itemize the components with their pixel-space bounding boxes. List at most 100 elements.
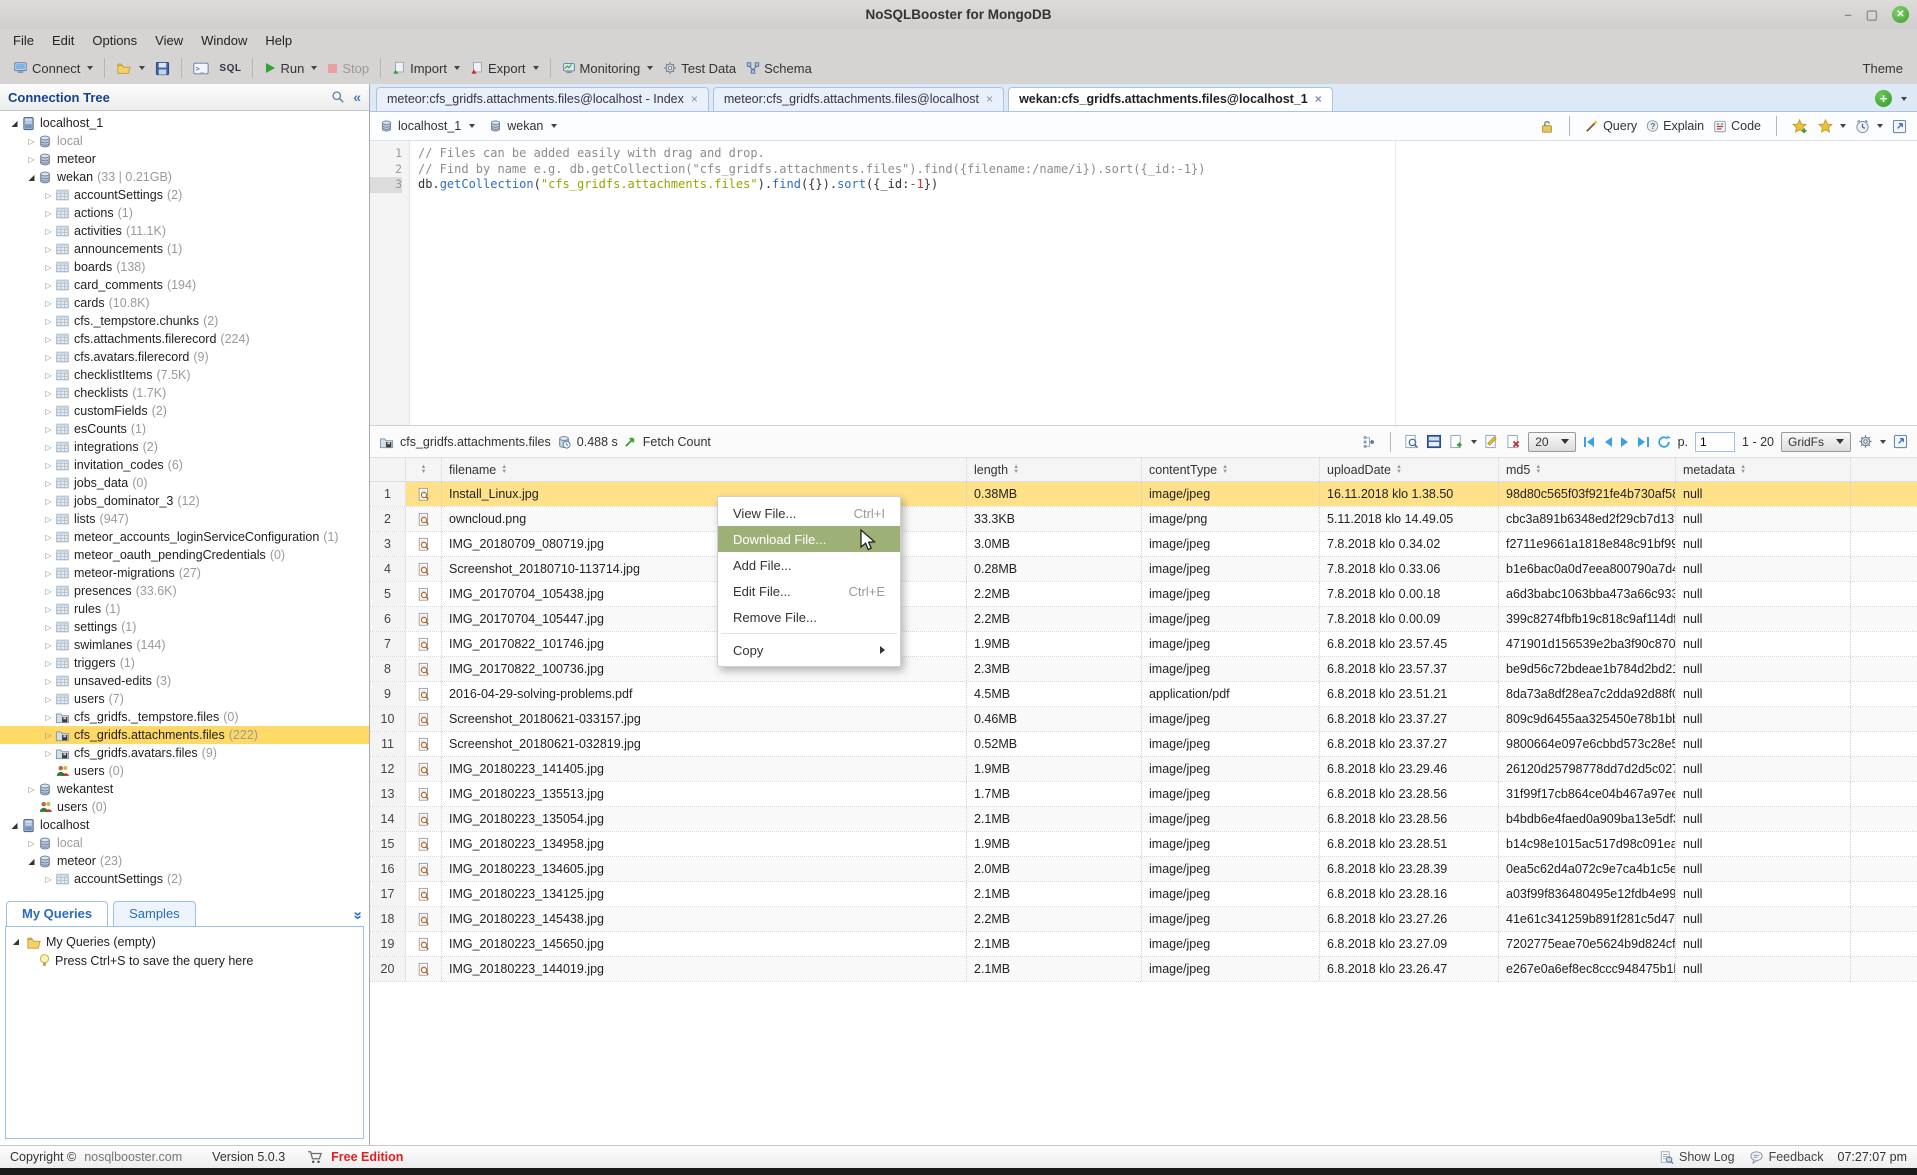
first-page-icon[interactable] xyxy=(1583,436,1596,448)
tree-item-presences[interactable]: ▷presences(33.6K) xyxy=(0,582,369,600)
context-menu-item-view-file[interactable]: View File...Ctrl+I xyxy=(718,500,900,526)
collapsed-arrow-icon[interactable]: ▷ xyxy=(42,623,55,632)
context-menu-item-remove-file[interactable]: Remove File... xyxy=(718,604,900,630)
table-row[interactable]: 19IMG_20180223_145650.jpg2.1MBimage/jpeg… xyxy=(370,932,1917,957)
database-selector[interactable]: localhost_1 xyxy=(380,119,475,133)
query-editor[interactable]: 123 // Files can be added easily with dr… xyxy=(370,141,1917,425)
document-preview-icon[interactable] xyxy=(406,507,442,531)
tree-item-meteor-migrations[interactable]: ▷meteor-migrations(27) xyxy=(0,564,369,582)
header-contenttype[interactable]: contentType▲▼ xyxy=(1142,458,1320,481)
tree-item-rules[interactable]: ▷rules(1) xyxy=(0,600,369,618)
menu-help[interactable]: Help xyxy=(256,30,301,51)
tree-item-jobs-data[interactable]: ▷jobs_data(0) xyxy=(0,474,369,492)
header-length[interactable]: length▲▼ xyxy=(967,458,1142,481)
last-page-icon[interactable] xyxy=(1637,436,1650,448)
expand-results-icon[interactable] xyxy=(1893,434,1908,449)
tree-item-users[interactable]: ▷users(7) xyxy=(0,690,369,708)
tree-item-triggers[interactable]: ▷triggers(1) xyxy=(0,654,369,672)
collapsed-arrow-icon[interactable]: ▷ xyxy=(42,695,55,704)
table-row[interactable]: 11Screenshot_20180621-032819.jpg0.52MBim… xyxy=(370,732,1917,757)
collapsed-arrow-icon[interactable]: ▷ xyxy=(42,335,55,344)
context-menu-item-edit-file[interactable]: Edit File...Ctrl+E xyxy=(718,578,900,604)
maximize-button[interactable]: ▢ xyxy=(1866,7,1878,23)
close-tab-icon[interactable]: × xyxy=(986,92,993,106)
document-preview-icon[interactable] xyxy=(406,532,442,556)
tree-item-activities[interactable]: ▷activities(11.1K) xyxy=(0,222,369,240)
explain-button[interactable]: ? Explain xyxy=(1646,119,1704,133)
tree-item-cfs-avatars-filerecord[interactable]: ▷cfs.avatars.filerecord(9) xyxy=(0,348,369,366)
tree-item-meteor-oauth-pendingcredentials[interactable]: ▷meteor_oauth_pendingCredentials(0) xyxy=(0,546,369,564)
collapsed-arrow-icon[interactable]: ▷ xyxy=(42,551,55,560)
menu-options[interactable]: Options xyxy=(83,30,146,51)
save-button[interactable] xyxy=(150,58,175,79)
tree-item-boards[interactable]: ▷boards(138) xyxy=(0,258,369,276)
header-md5[interactable]: md5▲▼ xyxy=(1499,458,1676,481)
tree-item-wekantest[interactable]: ▷wekantest xyxy=(0,780,369,798)
close-tab-icon[interactable]: × xyxy=(1315,92,1322,106)
tree-item-cfs-tempstore-chunks[interactable]: ▷cfs._tempstore.chunks(2) xyxy=(0,312,369,330)
view-document-icon[interactable] xyxy=(1404,434,1419,449)
document-preview-icon[interactable] xyxy=(406,807,442,831)
menu-window[interactable]: Window xyxy=(192,30,256,51)
theme-button[interactable]: Theme xyxy=(1863,61,1909,76)
tree-item-checklists[interactable]: ▷checklists(1.7K) xyxy=(0,384,369,402)
table-row[interactable]: 1Install_Linux.jpg0.38MBimage/jpeg16.11.… xyxy=(370,482,1917,507)
document-preview-icon[interactable] xyxy=(406,632,442,656)
collapsed-arrow-icon[interactable]: ▷ xyxy=(42,875,55,884)
document-preview-icon[interactable] xyxy=(406,707,442,731)
previous-page-icon[interactable] xyxy=(1603,436,1613,448)
collapsed-arrow-icon[interactable]: ▷ xyxy=(42,227,55,236)
next-page-icon[interactable] xyxy=(1620,436,1630,448)
settings-button[interactable] xyxy=(1858,434,1886,449)
tree-item-accountsettings[interactable]: ▷accountSettings(2) xyxy=(0,186,369,204)
editor-tab-meteor-cfs-gridfs-attachments-files-localhost[interactable]: meteor:cfs_gridfs.attachments.files@loca… xyxy=(713,87,1004,111)
collapsed-arrow-icon[interactable]: ▷ xyxy=(42,641,55,650)
collapsed-arrow-icon[interactable]: ▷ xyxy=(25,785,38,794)
new-tab-button[interactable]: + xyxy=(1875,90,1892,107)
collapsed-arrow-icon[interactable]: ▷ xyxy=(42,659,55,668)
tree-item-users[interactable]: users(0) xyxy=(0,798,369,816)
header-icon-column[interactable]: ▲▼ xyxy=(406,458,442,481)
run-button[interactable]: Run xyxy=(259,58,322,79)
tree-item-actions[interactable]: ▷actions(1) xyxy=(0,204,369,222)
collapsed-arrow-icon[interactable]: ▷ xyxy=(42,281,55,290)
page-size-select[interactable]: 20 xyxy=(1528,432,1575,452)
collection-selector[interactable]: wekan xyxy=(489,119,557,133)
collapsed-arrow-icon[interactable]: ▷ xyxy=(42,515,55,524)
tree-item-localhost-1[interactable]: ◢localhost_1 xyxy=(0,114,369,132)
tree-item-meteor[interactable]: ▷meteor xyxy=(0,150,369,168)
collapse-sidebar-icon[interactable]: « xyxy=(353,89,361,105)
editor-tab-wekan-cfs-gridfs-attachments-files-localhost-1[interactable]: wekan:cfs_gridfs.attachments.files@local… xyxy=(1008,87,1333,111)
document-preview-icon[interactable] xyxy=(406,857,442,881)
collapsed-arrow-icon[interactable]: ▷ xyxy=(42,461,55,470)
history-button[interactable] xyxy=(1855,119,1883,134)
table-row[interactable]: 20IMG_20180223_144019.jpg2.1MBimage/jpeg… xyxy=(370,957,1917,982)
refresh-icon[interactable] xyxy=(1657,435,1671,449)
document-preview-icon[interactable] xyxy=(406,882,442,906)
collapsed-arrow-icon[interactable]: ▷ xyxy=(42,677,55,686)
header-uploaddate[interactable]: uploadDate▲▼ xyxy=(1320,458,1499,481)
context-menu-item-add-file[interactable]: Add File... xyxy=(718,552,900,578)
collapsed-arrow-icon[interactable]: ▷ xyxy=(42,245,55,254)
collapsed-arrow-icon[interactable]: ▷ xyxy=(42,209,55,218)
collapsed-arrow-icon[interactable]: ▷ xyxy=(42,749,55,758)
tree-item-announcements[interactable]: ▷announcements(1) xyxy=(0,240,369,258)
table-row[interactable]: 18IMG_20180223_145438.jpg2.2MBimage/jpeg… xyxy=(370,907,1917,932)
close-tab-icon[interactable]: × xyxy=(691,92,698,106)
monitoring-button[interactable]: Monitoring xyxy=(557,58,659,79)
tree-item-accountsettings[interactable]: ▷accountSettings(2) xyxy=(0,870,369,888)
expanded-arrow-icon[interactable]: ◢ xyxy=(8,119,21,128)
view-table-icon[interactable] xyxy=(1426,434,1442,449)
tree-item-localhost[interactable]: ◢localhost xyxy=(0,816,369,834)
table-row[interactable]: 2owncloud.png33.3KBimage/png5.11.2018 kl… xyxy=(370,507,1917,532)
table-row[interactable]: 16IMG_20180223_134605.jpg2.0MBimage/jpeg… xyxy=(370,857,1917,882)
collapsed-arrow-icon[interactable]: ▷ xyxy=(42,587,55,596)
document-preview-icon[interactable] xyxy=(406,607,442,631)
test-data-button[interactable]: Test Data xyxy=(658,58,741,79)
collapsed-arrow-icon[interactable]: ▷ xyxy=(42,191,55,200)
document-preview-icon[interactable] xyxy=(406,557,442,581)
tab-my-queries[interactable]: My Queries xyxy=(6,901,108,926)
collapsed-arrow-icon[interactable]: ▷ xyxy=(42,443,55,452)
table-row[interactable]: 17IMG_20180223_134125.jpg2.1MBimage/jpeg… xyxy=(370,882,1917,907)
table-row[interactable]: 6IMG_20170704_105447.jpg2.2MBimage/jpeg7… xyxy=(370,607,1917,632)
